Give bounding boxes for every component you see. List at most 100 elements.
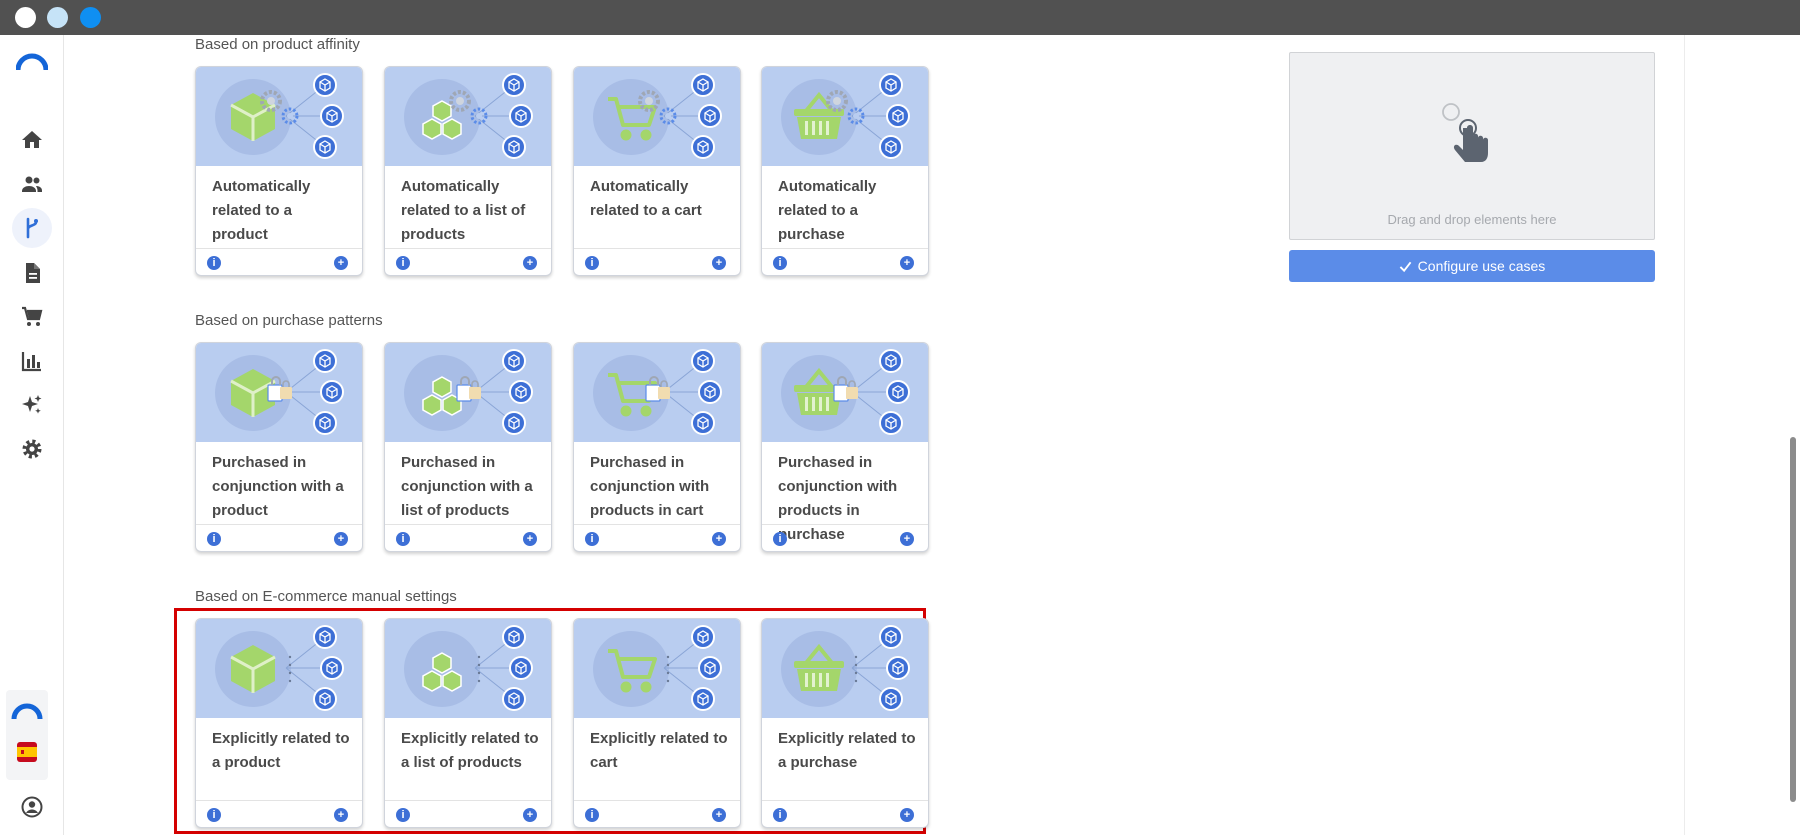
card-title: Automatically related to a cart bbox=[590, 178, 702, 219]
card-footer: i + bbox=[385, 248, 551, 275]
card-title: Explicitly related to a purchase bbox=[778, 730, 916, 771]
card-footer: i + bbox=[196, 800, 362, 827]
brand-logo-icon[interactable] bbox=[11, 702, 43, 720]
sidebar-item-home[interactable] bbox=[12, 120, 52, 160]
use-case-card[interactable]: Automatically related to a list of produ… bbox=[384, 66, 552, 276]
add-button[interactable]: + bbox=[712, 808, 726, 822]
home-icon bbox=[22, 131, 42, 148]
sidebar-item-ai[interactable] bbox=[12, 385, 52, 425]
sidebar-item-documents[interactable] bbox=[12, 253, 52, 293]
info-button[interactable]: i bbox=[396, 808, 410, 822]
configure-use-cases-button[interactable]: Configure use cases bbox=[1289, 250, 1655, 282]
info-button[interactable]: i bbox=[207, 808, 221, 822]
card-illustration bbox=[196, 619, 362, 718]
window-minimize-button[interactable] bbox=[47, 7, 68, 28]
card-illustration bbox=[385, 343, 551, 442]
dropzone-text: Drag and drop elements here bbox=[1387, 212, 1557, 227]
info-button[interactable]: i bbox=[773, 808, 787, 822]
sidebar-item-analytics[interactable] bbox=[12, 341, 52, 381]
gear-icon bbox=[22, 439, 42, 459]
use-case-card[interactable]: Explicitly related to cart i + bbox=[573, 618, 741, 828]
add-button[interactable]: + bbox=[523, 808, 537, 822]
checkmark-icon bbox=[1399, 261, 1412, 272]
card-title: Purchased in conjunction with products i… bbox=[590, 454, 710, 519]
app-logo-icon[interactable] bbox=[16, 53, 48, 71]
card-illustration bbox=[762, 343, 928, 442]
sidebar-item-account[interactable] bbox=[12, 787, 52, 827]
card-illustration bbox=[574, 343, 740, 442]
card-footer: i + bbox=[574, 524, 740, 551]
add-button[interactable]: + bbox=[712, 256, 726, 270]
card-title: Explicitly related to a product bbox=[212, 730, 350, 771]
main-content: Based on product affinity Based on purch… bbox=[174, 35, 1685, 835]
use-case-card[interactable]: Purchased in conjunction with products i… bbox=[761, 342, 929, 552]
add-button[interactable]: + bbox=[334, 256, 348, 270]
add-button[interactable]: + bbox=[900, 256, 914, 270]
card-title: Purchased in conjunction with a product bbox=[212, 454, 344, 519]
bar-chart-icon bbox=[21, 352, 41, 372]
cart-icon bbox=[22, 306, 43, 326]
sidebar-bottom-panel bbox=[6, 690, 48, 780]
cart-icon bbox=[593, 625, 722, 711]
use-case-card[interactable]: Explicitly related to a list of products… bbox=[384, 618, 552, 828]
use-case-card[interactable]: Purchased in conjunction with a product i… bbox=[195, 342, 363, 552]
card-title: Purchased in conjunction with a list of … bbox=[401, 454, 533, 519]
card-illustration bbox=[385, 67, 551, 166]
window-maximize-button[interactable] bbox=[80, 7, 101, 28]
cart-gear-icon bbox=[593, 73, 722, 159]
account-icon bbox=[21, 796, 43, 818]
use-case-card[interactable]: Automatically related to a cart i + bbox=[573, 66, 741, 276]
add-button[interactable]: + bbox=[523, 532, 537, 546]
card-title: Automatically related to a purchase bbox=[778, 178, 877, 243]
info-button[interactable]: i bbox=[396, 256, 410, 270]
configure-use-cases-label: Configure use cases bbox=[1417, 258, 1546, 274]
card-title: Automatically related to a product bbox=[212, 178, 311, 243]
info-button[interactable]: i bbox=[585, 532, 599, 546]
cubes-gear-icon bbox=[404, 73, 533, 159]
add-button[interactable]: + bbox=[900, 808, 914, 822]
card-footer: i + bbox=[762, 524, 928, 551]
card-title: Explicitly related to a list of products bbox=[401, 730, 539, 771]
add-button[interactable]: + bbox=[712, 532, 726, 546]
use-case-dropzone[interactable]: Drag and drop elements here bbox=[1289, 52, 1655, 240]
basket-lock-icon bbox=[781, 349, 910, 435]
document-icon bbox=[26, 263, 40, 283]
info-button[interactable]: i bbox=[585, 808, 599, 822]
card-footer: i + bbox=[385, 800, 551, 827]
vertical-scrollbar[interactable] bbox=[1790, 437, 1796, 802]
add-button[interactable]: + bbox=[523, 256, 537, 270]
section-title: Based on product affinity bbox=[195, 36, 360, 53]
card-footer: i + bbox=[196, 248, 362, 275]
sidebar-item-settings[interactable] bbox=[12, 429, 52, 469]
info-button[interactable]: i bbox=[773, 532, 787, 546]
branch-icon bbox=[26, 217, 38, 239]
sidebar bbox=[0, 35, 64, 835]
use-case-card[interactable]: Automatically related to a purchase i + bbox=[761, 66, 929, 276]
info-button[interactable]: i bbox=[773, 256, 787, 270]
sidebar-item-flows[interactable] bbox=[12, 208, 52, 248]
cubes-icon bbox=[404, 625, 533, 711]
window-close-button[interactable] bbox=[15, 7, 36, 28]
use-case-card[interactable]: Automatically related to a product i + bbox=[195, 66, 363, 276]
card-footer: i + bbox=[385, 524, 551, 551]
card-footer: i + bbox=[762, 248, 928, 275]
info-button[interactable]: i bbox=[207, 532, 221, 546]
card-footer: i + bbox=[762, 800, 928, 827]
add-button[interactable]: + bbox=[334, 808, 348, 822]
use-case-card[interactable]: Explicitly related to a product i + bbox=[195, 618, 363, 828]
spain-flag-icon[interactable] bbox=[17, 742, 37, 762]
info-button[interactable]: i bbox=[585, 256, 599, 270]
card-illustration bbox=[196, 343, 362, 442]
cube-icon bbox=[215, 625, 344, 711]
basket-gear-icon bbox=[781, 73, 910, 159]
info-button[interactable]: i bbox=[396, 532, 410, 546]
use-case-card[interactable]: Purchased in conjunction with a list of … bbox=[384, 342, 552, 552]
use-case-card[interactable]: Explicitly related to a purchase i + bbox=[761, 618, 929, 828]
use-case-card[interactable]: Purchased in conjunction with products i… bbox=[573, 342, 741, 552]
info-button[interactable]: i bbox=[207, 256, 221, 270]
add-button[interactable]: + bbox=[900, 532, 914, 546]
sidebar-item-users[interactable] bbox=[12, 164, 52, 204]
sidebar-item-ecommerce[interactable] bbox=[12, 297, 52, 337]
card-footer: i + bbox=[574, 800, 740, 827]
add-button[interactable]: + bbox=[334, 532, 348, 546]
